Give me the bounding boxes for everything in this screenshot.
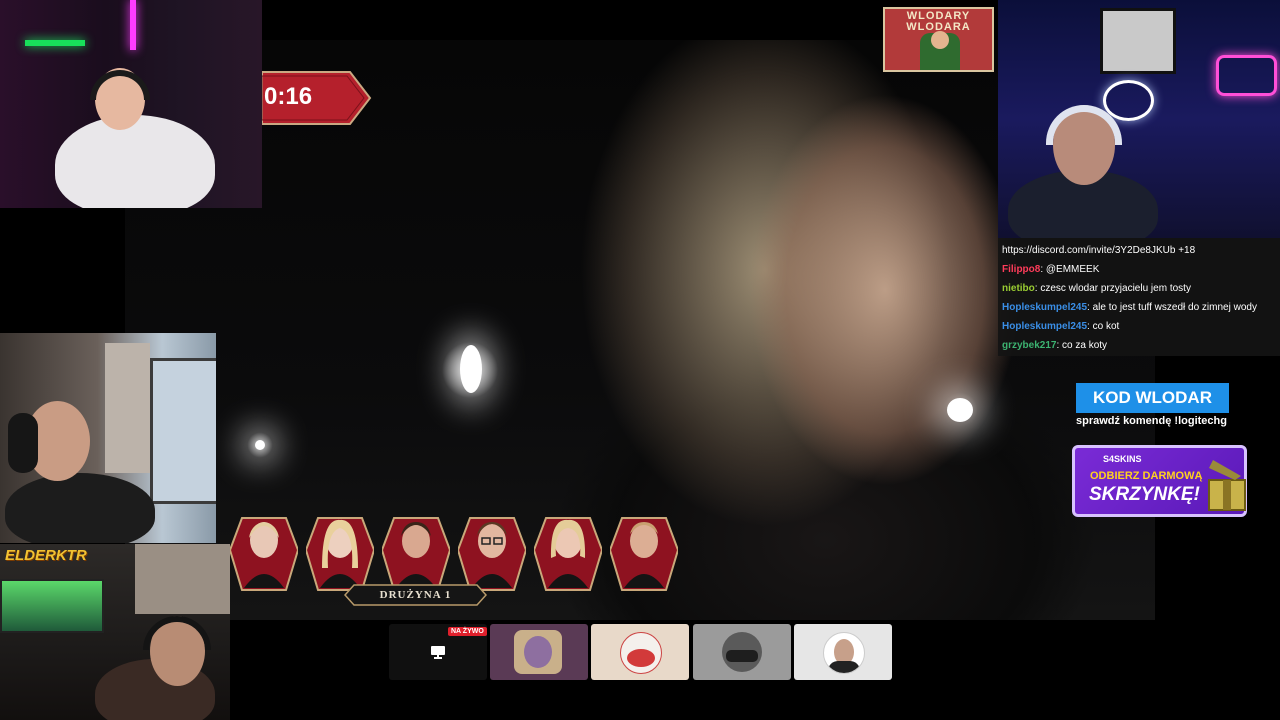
promo-brand: S4SKINS (1103, 454, 1142, 464)
chat-username[interactable]: nietibo (1002, 283, 1035, 294)
live-badge: NA ŻYWO (448, 627, 487, 636)
team-member-portrait (534, 508, 602, 592)
wall-record (1100, 8, 1176, 74)
streamer-body (5, 473, 155, 543)
chat-username[interactable]: Hopleskumpel245 (1002, 302, 1087, 313)
team-member-portrait (230, 508, 298, 592)
elder-logo: ELDERKTR (5, 547, 87, 564)
stream-tile-live[interactable]: NA ŻYWO (389, 624, 487, 680)
avatar (620, 632, 662, 674)
chat-panel: https://discord.com/invite/3Y2De8JKUb +1… (998, 238, 1280, 356)
chat-username[interactable]: Hopleskumpel245 (1002, 321, 1087, 332)
timer-value: 0:16 (264, 83, 313, 110)
sponsor-code-box: KOD WLODAR (1076, 383, 1229, 413)
stream-tile[interactable] (490, 624, 588, 680)
chat-text: : czesc wlodar przyjacielu jem tosty (1034, 283, 1191, 294)
monitor-icon (431, 646, 445, 664)
chat-message: nietibo: czesc wlodar przyjacielu jem to… (1002, 279, 1276, 298)
chat-text: https://discord.com/invite/3Y2De8JKUb +1… (1002, 245, 1196, 256)
curtain (105, 343, 150, 473)
street-light (255, 440, 265, 450)
headphones (143, 616, 211, 650)
webcam-mid-left (0, 333, 216, 543)
stream-tile[interactable] (591, 624, 689, 680)
team-member-portrait (382, 508, 450, 592)
avatar-face (524, 636, 552, 668)
sponsor-command-hint: sprawdź komendę !logitechg (1076, 415, 1227, 427)
sponsor-code: KOD WLODAR (1093, 388, 1212, 407)
neon-sign (1216, 55, 1277, 96)
avatar (823, 632, 865, 674)
headphones (90, 70, 150, 100)
chat-username[interactable]: grzybek217 (1002, 340, 1056, 351)
promo-line2: SKRZYNKĘ! (1089, 484, 1200, 505)
logo-text: WLODARY WLODARA (906, 10, 971, 33)
window (150, 358, 216, 504)
webcam-top-left (0, 0, 262, 208)
gift-box-icon (1205, 454, 1253, 514)
street-light (947, 398, 973, 422)
team-member-portrait (458, 508, 526, 592)
chat-message: Filippo8: @EMMEEK (1002, 260, 1276, 279)
street-light (460, 345, 482, 393)
chat-message: grzybek217: co za koty (1002, 336, 1276, 355)
shelf (135, 544, 230, 614)
team-member-portrait (306, 508, 374, 592)
avatar-figure (627, 649, 655, 667)
aquarium (0, 579, 104, 633)
chat-text: : co za koty (1056, 340, 1108, 351)
team-name: DRUŻYNA 1 (379, 589, 452, 601)
team-label: DRUŻYNA 1 (343, 584, 488, 606)
streamer-body (55, 115, 215, 208)
chat-message: https://discord.com/invite/3Y2De8JKUb +1… (1002, 241, 1276, 260)
chat-text: : @EMMEEK (1040, 264, 1100, 275)
promo-line1: ODBIERZ DARMOWĄ (1090, 470, 1203, 482)
avatar-body (828, 661, 860, 673)
chat-message: Hopleskumpel245: ale to jest tuff wszedł… (1002, 298, 1276, 317)
neon-strip (25, 40, 85, 46)
stream-tile[interactable] (794, 624, 892, 680)
avatar (722, 632, 762, 672)
headphones (8, 413, 38, 473)
webcam-top-right (998, 0, 1280, 238)
avatar-car (726, 650, 758, 662)
team-member-portrait (610, 508, 678, 592)
timer-banner: 0:16 (261, 70, 372, 126)
chat-text: : co kot (1087, 321, 1120, 332)
neon-sign (1103, 80, 1154, 121)
channel-logo: WLODARY WLODARA (883, 7, 994, 72)
stream-tile[interactable] (693, 624, 791, 680)
chat-text: : ale to jest tuff wszedł do zimnej wody (1087, 302, 1257, 313)
chat-username[interactable]: Filippo8 (1002, 264, 1040, 275)
chat-message: Hopleskumpel245: co kot (1002, 317, 1276, 336)
neon-strip (130, 0, 136, 50)
avatar (514, 630, 562, 674)
promo-banner[interactable]: S4SKINS ODBIERZ DARMOWĄ SKRZYNKĘ! (1072, 445, 1247, 517)
logo-face (931, 31, 949, 49)
webcam-bottom-left (0, 544, 230, 720)
